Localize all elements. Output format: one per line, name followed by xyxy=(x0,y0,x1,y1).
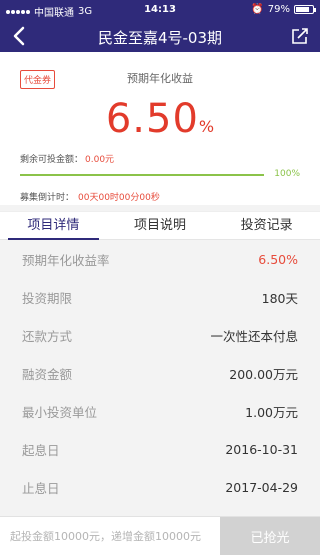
detail-row: 还款方式 一次性还本付息 xyxy=(0,316,320,354)
detail-value: 1.00万元 xyxy=(245,404,298,420)
battery-percent: 79% xyxy=(267,4,290,15)
progress-percent: 100% xyxy=(274,169,300,179)
detail-key: 预期年化收益率 xyxy=(22,252,110,268)
tab-project-details[interactable]: 项目详情 xyxy=(0,212,107,240)
rate-label: 预期年化收益 xyxy=(127,72,193,85)
detail-row: 融资金额 200.00万元 xyxy=(0,354,320,392)
detail-value: 一次性还本付息 xyxy=(210,328,298,344)
remaining-label: 剩余可投金额： xyxy=(20,155,84,165)
chevron-left-icon[interactable] xyxy=(8,24,32,48)
battery-icon xyxy=(294,5,316,14)
alarm-icon: ⏰ xyxy=(251,4,264,15)
rate-unit: % xyxy=(198,117,215,136)
tab-investment-records[interactable]: 投资记录 xyxy=(213,212,320,239)
invest-bar: 已抢光 xyxy=(0,516,320,555)
tab-project-description[interactable]: 项目说明 xyxy=(107,212,214,239)
remaining-amount: 剩余可投金额： 0.00元 xyxy=(20,152,114,165)
detail-value: 6.50% xyxy=(258,251,298,267)
countdown: 募集倒计时： 00天00时00分00秒 xyxy=(20,190,160,203)
detail-row: 投资期限 180天 xyxy=(0,278,320,316)
countdown-label: 募集倒计时： xyxy=(20,193,75,203)
status-right: ⏰ 79% xyxy=(251,4,316,15)
detail-row: 预期年化收益率 6.50% xyxy=(0,240,320,278)
detail-key: 还款方式 xyxy=(22,328,73,344)
remaining-value: 0.00元 xyxy=(85,155,115,165)
nav-bar: 民金至嘉4号-03期 xyxy=(0,20,320,52)
funding-progress-bar xyxy=(20,174,264,176)
detail-list: 预期年化收益率 6.50% 投资期限 180天 还款方式 一次性还本付息 融资金… xyxy=(0,240,320,506)
detail-key: 融资金额 xyxy=(22,366,73,382)
detail-key: 起息日 xyxy=(22,442,60,458)
rate-display: 6.50% xyxy=(0,96,320,142)
detail-row: 起息日 2016-10-31 xyxy=(0,430,320,468)
invest-amount-input[interactable] xyxy=(0,517,220,555)
tab-bar: 项目详情 项目说明 投资记录 xyxy=(0,211,320,240)
detail-value: 180天 xyxy=(261,290,298,306)
detail-key: 止息日 xyxy=(22,480,60,496)
countdown-value: 00天00时00分00秒 xyxy=(78,193,160,203)
detail-row: 止息日 2017-04-29 xyxy=(0,468,320,506)
rate-value: 6.50 xyxy=(105,96,199,142)
detail-key: 投资期限 xyxy=(22,290,73,306)
progress-fill xyxy=(20,174,264,176)
detail-value: 2016-10-31 xyxy=(225,441,298,457)
detail-value: 2017-04-29 xyxy=(225,479,298,495)
detail-key: 最小投资单位 xyxy=(22,404,98,420)
sold-out-button[interactable]: 已抢光 xyxy=(220,517,320,555)
status-bar: 中国联通 3G 14:13 ⏰ 79% xyxy=(0,0,320,20)
page-title: 民金至嘉4号-03期 xyxy=(97,29,223,47)
detail-row: 最小投资单位 1.00万元 xyxy=(0,392,320,430)
summary-card: 代金券 预期年化收益 6.50% 剩余可投金额： 0.00元 100% 募集倒计时… xyxy=(0,52,320,205)
share-icon[interactable] xyxy=(290,26,310,46)
detail-value: 200.00万元 xyxy=(229,366,298,382)
